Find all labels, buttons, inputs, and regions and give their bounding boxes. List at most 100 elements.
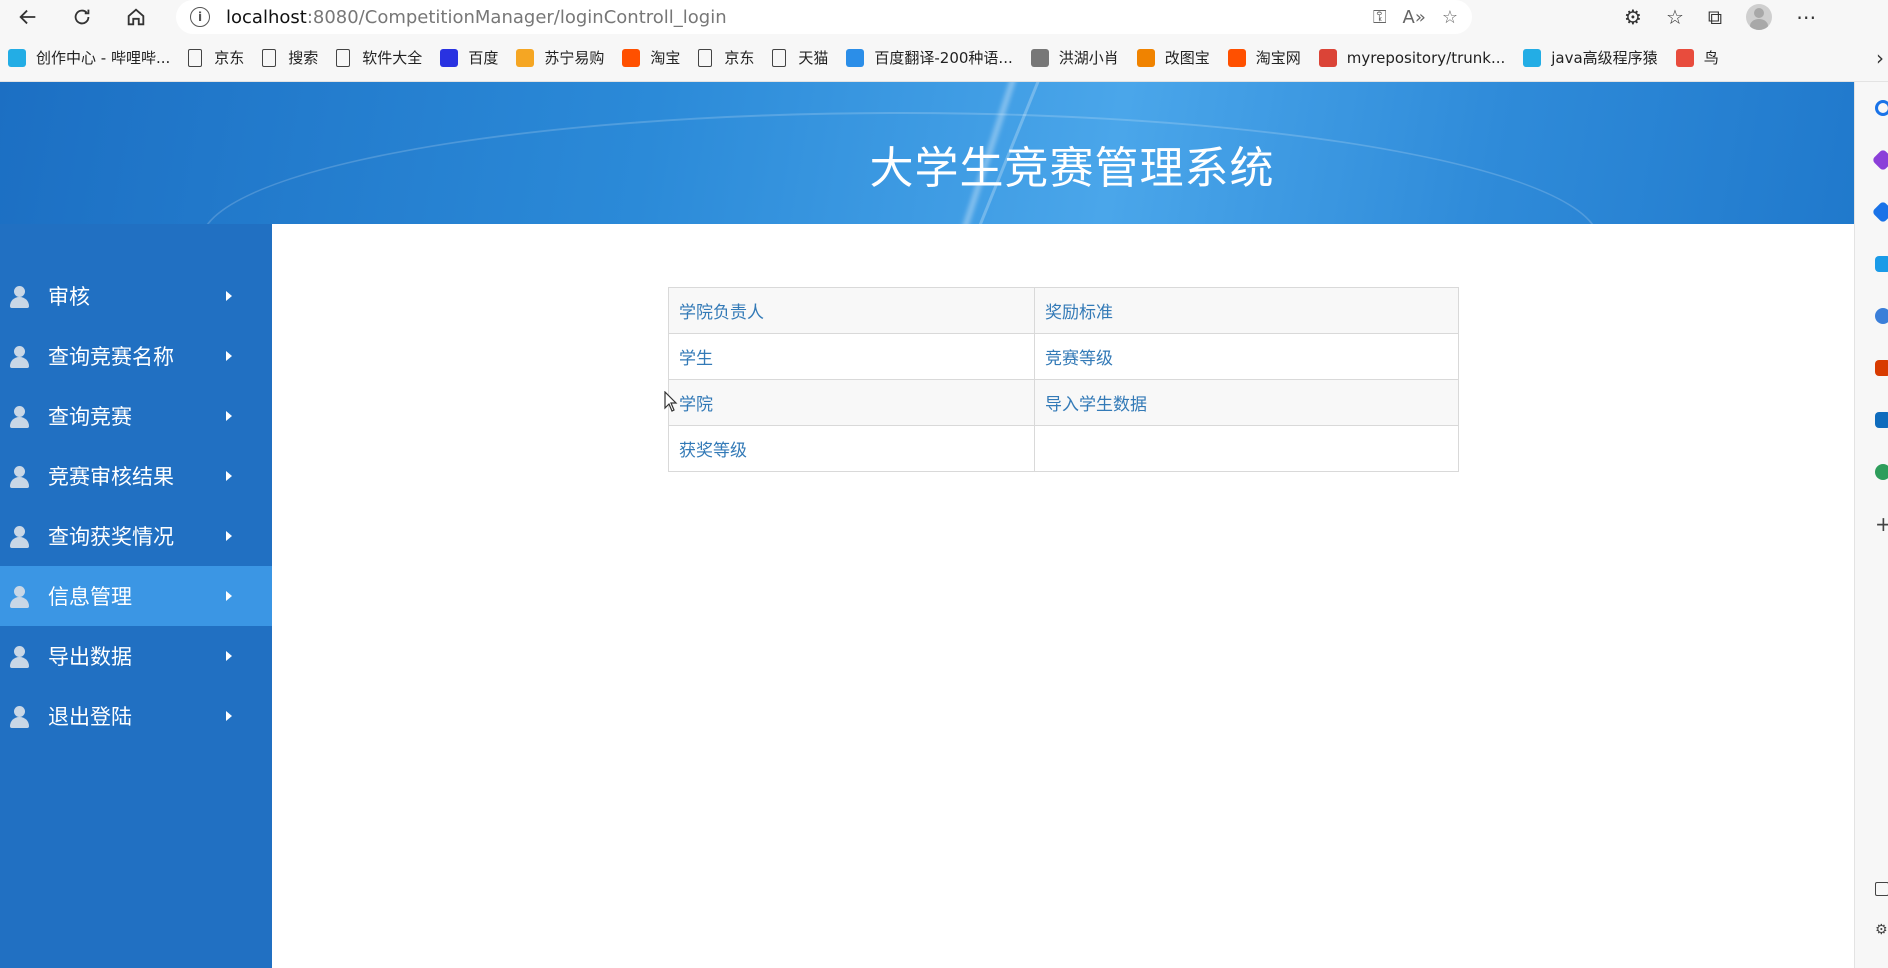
browser-side-panel: + ⚙ bbox=[1854, 82, 1888, 968]
info-link[interactable]: 学院负责人 bbox=[679, 303, 764, 323]
page-icon bbox=[262, 48, 277, 67]
bookmark-item[interactable]: 搜索 bbox=[262, 47, 318, 68]
bookmark-label: 天猫 bbox=[798, 49, 829, 67]
bookmark-label: 改图宝 bbox=[1164, 49, 1210, 67]
page-icon bbox=[772, 48, 787, 67]
browser-toolbar: i localhost:8080/CompetitionManager/logi… bbox=[0, 0, 1888, 34]
people-icon[interactable] bbox=[1875, 308, 1888, 324]
sidebar-menu-item[interactable]: 查询竞赛 bbox=[0, 386, 272, 446]
profile-avatar[interactable] bbox=[1746, 4, 1773, 30]
bookmark-item[interactable]: 淘宝网 bbox=[1227, 47, 1301, 68]
page-icon bbox=[698, 48, 713, 67]
bookmark-label: 洪湖小肖 bbox=[1058, 49, 1119, 67]
caret-right-icon bbox=[226, 291, 232, 301]
outlook-icon[interactable] bbox=[1875, 412, 1888, 428]
bookmark-label: 百度 bbox=[468, 49, 499, 67]
sidebar-item-label: 退出登陆 bbox=[48, 705, 132, 729]
bookmark-item[interactable]: 京东 bbox=[698, 47, 754, 68]
caret-right-icon bbox=[226, 471, 232, 481]
info-link[interactable]: 学院 bbox=[679, 395, 713, 415]
baidu-icon bbox=[440, 48, 459, 67]
settings-icon[interactable]: ⚙ bbox=[1875, 922, 1888, 938]
url-text[interactable]: localhost:8080/CompetitionManager/loginC… bbox=[226, 7, 727, 28]
table-row: 获奖等级 bbox=[668, 425, 1459, 472]
info-icon[interactable]: i bbox=[190, 7, 210, 27]
bookmark-item[interactable]: 鸟 bbox=[1675, 47, 1719, 68]
table-cell: 学院负责人 bbox=[668, 287, 1035, 334]
tools-icon[interactable] bbox=[1871, 200, 1888, 224]
bookmark-item[interactable]: myrepository/trunk... bbox=[1318, 48, 1505, 67]
bookmark-label: 搜索 bbox=[288, 49, 319, 67]
bookmark-label: java高级程序猿 bbox=[1551, 49, 1658, 67]
user-icon bbox=[8, 406, 30, 428]
caret-right-icon bbox=[226, 591, 232, 601]
sidebar-menu-item[interactable]: 退出登陆 bbox=[0, 686, 272, 746]
sidebar-menu-item[interactable]: 导出数据 bbox=[0, 626, 272, 686]
gaitubao-icon bbox=[1136, 48, 1155, 67]
sidebar-menu-item[interactable]: 查询获奖情况 bbox=[0, 506, 272, 566]
bookmark-item[interactable]: 天猫 bbox=[772, 47, 828, 68]
address-bar[interactable]: i localhost:8080/CompetitionManager/logi… bbox=[176, 0, 1472, 34]
more-menu-icon[interactable]: ⋯ bbox=[1796, 5, 1816, 29]
read-aloud-icon[interactable]: A» bbox=[1403, 7, 1426, 28]
add-favorite-icon[interactable]: ☆ bbox=[1442, 7, 1458, 28]
sidebar-menu-item[interactable]: 信息管理 bbox=[0, 566, 272, 626]
sidebar-item-label: 查询获奖情况 bbox=[48, 525, 174, 549]
mouse-cursor-icon bbox=[664, 391, 678, 412]
info-link[interactable]: 获奖等级 bbox=[679, 441, 747, 461]
bookmark-item[interactable]: 创作中心 - 哔哩哔... bbox=[8, 47, 170, 68]
sidebar-item-label: 查询竞赛 bbox=[48, 405, 132, 429]
extensions-icon[interactable]: ⚙ bbox=[1624, 5, 1642, 29]
bookmark-label: 百度翻译-200种语... bbox=[874, 49, 1013, 67]
bilibili-icon bbox=[1523, 48, 1542, 67]
sidebar-menu-item[interactable]: 竞赛审核结果 bbox=[0, 446, 272, 506]
bookmark-item[interactable]: 百度翻译-200种语... bbox=[846, 47, 1013, 68]
info-link[interactable]: 导入学生数据 bbox=[1045, 395, 1147, 415]
table-row: 学生 竞赛等级 bbox=[668, 333, 1459, 380]
favorites-icon[interactable]: ☆ bbox=[1666, 5, 1684, 29]
bird-icon bbox=[1030, 48, 1049, 67]
bookmark-item[interactable]: 改图宝 bbox=[1136, 47, 1210, 68]
refresh-button[interactable] bbox=[60, 0, 104, 34]
bookmark-item[interactable]: 洪湖小肖 bbox=[1030, 47, 1119, 68]
sidebar-menu-item[interactable]: 审核 bbox=[0, 266, 272, 326]
chevron-right-icon[interactable]: › bbox=[1876, 34, 1884, 82]
copilot-icon[interactable] bbox=[1871, 148, 1888, 172]
sidebar-menu-item[interactable]: 查询竞赛名称 bbox=[0, 326, 272, 386]
bookmark-item[interactable]: java高级程序猿 bbox=[1523, 47, 1658, 68]
bookmark-item[interactable]: 苏宁易购 bbox=[516, 47, 604, 68]
bookmark-item[interactable]: 软件大全 bbox=[336, 47, 422, 68]
collections-icon[interactable]: ⧉ bbox=[1708, 5, 1722, 29]
search-icon[interactable] bbox=[1875, 100, 1888, 116]
translate-icon bbox=[846, 48, 865, 67]
tree-icon[interactable] bbox=[1875, 464, 1888, 480]
refresh-icon bbox=[74, 9, 90, 25]
caret-right-icon bbox=[226, 411, 232, 421]
shopping-icon[interactable] bbox=[1875, 256, 1888, 272]
sidebar-item-label: 竞赛审核结果 bbox=[48, 465, 174, 489]
bookmark-item[interactable]: 京东 bbox=[188, 47, 244, 68]
home-button[interactable] bbox=[114, 0, 158, 34]
key-icon[interactable]: ⚿ bbox=[1373, 7, 1387, 28]
info-link[interactable]: 奖励标准 bbox=[1045, 303, 1113, 323]
browser-actions: ⚙ ☆ ⧉ ⋯ bbox=[1624, 0, 1816, 34]
bookmark-item[interactable]: 百度 bbox=[440, 47, 498, 68]
info-link[interactable]: 竞赛等级 bbox=[1045, 349, 1113, 369]
suning-icon bbox=[516, 48, 535, 67]
table-cell: 奖励标准 bbox=[1034, 287, 1459, 334]
bookmark-label: 京东 bbox=[214, 49, 245, 67]
info-link[interactable]: 学生 bbox=[679, 349, 713, 369]
chrome-icon bbox=[1318, 48, 1337, 67]
table-row: 学院负责人 奖励标准 bbox=[668, 287, 1459, 334]
user-icon bbox=[8, 286, 30, 308]
address-actions: ⚿ A» ☆ bbox=[1373, 0, 1458, 34]
arrow-left-icon bbox=[19, 9, 36, 25]
split-screen-icon[interactable] bbox=[1875, 882, 1888, 896]
back-button[interactable] bbox=[6, 0, 50, 34]
sidebar-menu: 审核 查询竞赛名称查询竞赛竞赛审核结果 查询获奖情况信息管理 导出数据退出登陆 bbox=[0, 224, 272, 968]
user-icon bbox=[8, 646, 30, 668]
add-icon[interactable]: + bbox=[1875, 512, 1888, 536]
office-icon[interactable] bbox=[1875, 360, 1888, 376]
bookmark-item[interactable]: 淘宝 bbox=[622, 47, 680, 68]
bird-icon bbox=[1675, 48, 1694, 67]
